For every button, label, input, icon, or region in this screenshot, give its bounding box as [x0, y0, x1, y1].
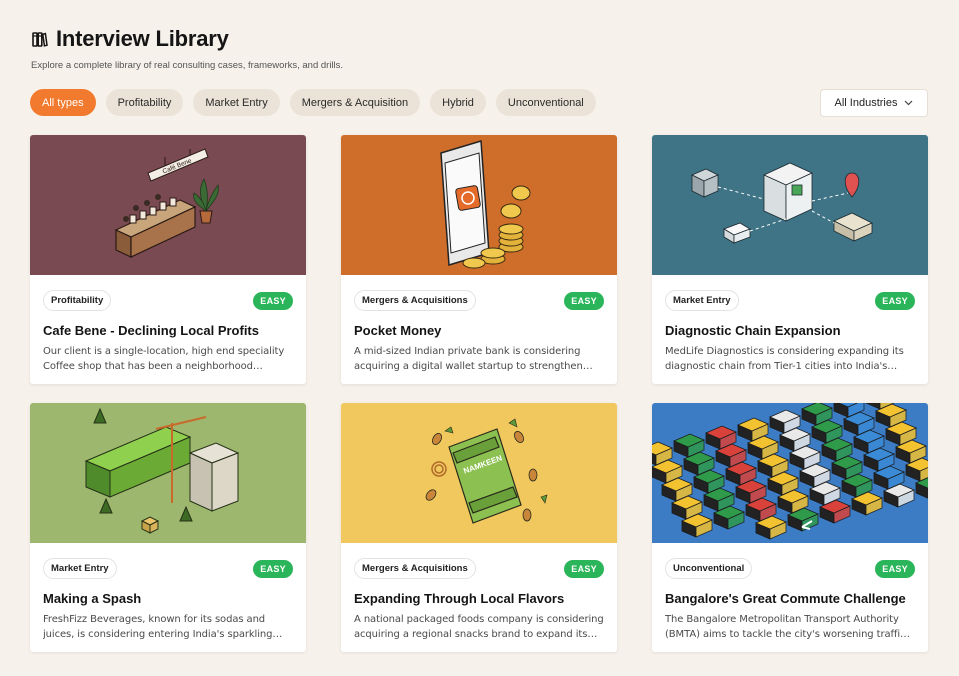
case-type-tag: Market Entry	[43, 558, 117, 579]
case-type-tag: Market Entry	[665, 290, 739, 311]
case-card-making-a-splash[interactable]: Market Entry EASY Making a Spash FreshFi…	[30, 403, 306, 652]
case-title: Pocket Money	[354, 323, 442, 338]
case-description: A mid-sized Indian private bank is consi…	[354, 346, 583, 372]
difficulty-badge: EASY	[875, 291, 915, 310]
wallet-illustration	[440, 140, 531, 269]
case-thumbnail: Café Bene	[30, 135, 306, 275]
case-thumbnail	[652, 403, 928, 543]
page-header: Interview Library Explore a complete lib…	[31, 26, 343, 71]
case-thumbnail	[341, 135, 617, 275]
case-card-cafe-bene[interactable]: Café Bene Profitability EASY Cafe Bene -…	[30, 135, 306, 384]
case-title: Bangalore's Great Commute Challenge	[665, 591, 906, 606]
case-description: Our client is a single-location, high en…	[43, 346, 285, 372]
case-grid: Café Bene Profitability EASY Cafe Bene -…	[30, 135, 928, 652]
industry-select[interactable]: All Industries	[820, 89, 928, 117]
case-title: Diagnostic Chain Expansion	[665, 323, 841, 338]
snack-pack-illustration: NAMKEEN	[425, 418, 548, 524]
difficulty-badge: EASY	[875, 559, 915, 578]
factory-illustration	[84, 407, 240, 534]
case-type-tag: Mergers & Acquisitions	[354, 290, 476, 311]
books-icon	[31, 31, 48, 48]
chevron-down-icon	[904, 100, 913, 106]
filter-mergers-acquisition[interactable]: Mergers & Acquisition	[289, 89, 421, 116]
case-type-tag: Mergers & Acquisitions	[354, 558, 476, 579]
case-type-tag: Unconventional	[665, 558, 753, 579]
filter-unconventional[interactable]: Unconventional	[495, 89, 596, 116]
case-thumbnail	[652, 135, 928, 275]
traffic-illustration	[652, 403, 928, 540]
page-title: Interview Library	[56, 26, 229, 51]
case-card-local-flavors[interactable]: NAMKEEN Mergers & Acquisitions EASY Expa…	[341, 403, 617, 652]
case-title: Cafe Bene - Declining Local Profits	[43, 323, 259, 338]
case-card-pocket-money[interactable]: Mergers & Acquisitions EASY Pocket Money…	[341, 135, 617, 384]
difficulty-badge: EASY	[564, 559, 604, 578]
case-type-tag: Profitability	[43, 290, 112, 311]
case-description: A national packaged foods company is con…	[354, 614, 604, 640]
filter-market-entry[interactable]: Market Entry	[193, 89, 280, 116]
filter-all-types[interactable]: All types	[30, 89, 96, 116]
case-description: The Bangalore Metropolitan Transport Aut…	[665, 614, 906, 640]
filter-profitability[interactable]: Profitability	[105, 89, 184, 116]
filter-hybrid[interactable]: Hybrid	[430, 89, 486, 116]
page-subtitle: Explore a complete library of real consu…	[31, 60, 344, 71]
cafe-illustration: Café Bene	[114, 148, 219, 258]
case-title: Making a Spash	[43, 591, 142, 606]
difficulty-badge: EASY	[253, 559, 293, 578]
case-thumbnail: NAMKEEN	[341, 403, 617, 543]
case-card-diagnostic-chain[interactable]: Market Entry EASY Diagnostic Chain Expan…	[652, 135, 928, 384]
cafe-sign-text: Café Bene	[162, 157, 193, 175]
case-card-commute-challenge[interactable]: Unconventional EASY Bangalore's Great Co…	[652, 403, 928, 652]
case-title: Expanding Through Local Flavors	[354, 591, 565, 606]
case-description: FreshFizz Beverages, known for its sodas…	[43, 614, 273, 640]
type-filter-bar: All types Profitability Market Entry Mer…	[30, 89, 596, 116]
case-thumbnail	[30, 403, 306, 543]
industry-select-label: All Industries	[834, 97, 898, 109]
diagnostic-illustration	[691, 162, 873, 244]
case-description: MedLife Diagnostics is considering expan…	[665, 346, 904, 372]
difficulty-badge: EASY	[564, 291, 604, 310]
difficulty-badge: EASY	[253, 291, 293, 310]
